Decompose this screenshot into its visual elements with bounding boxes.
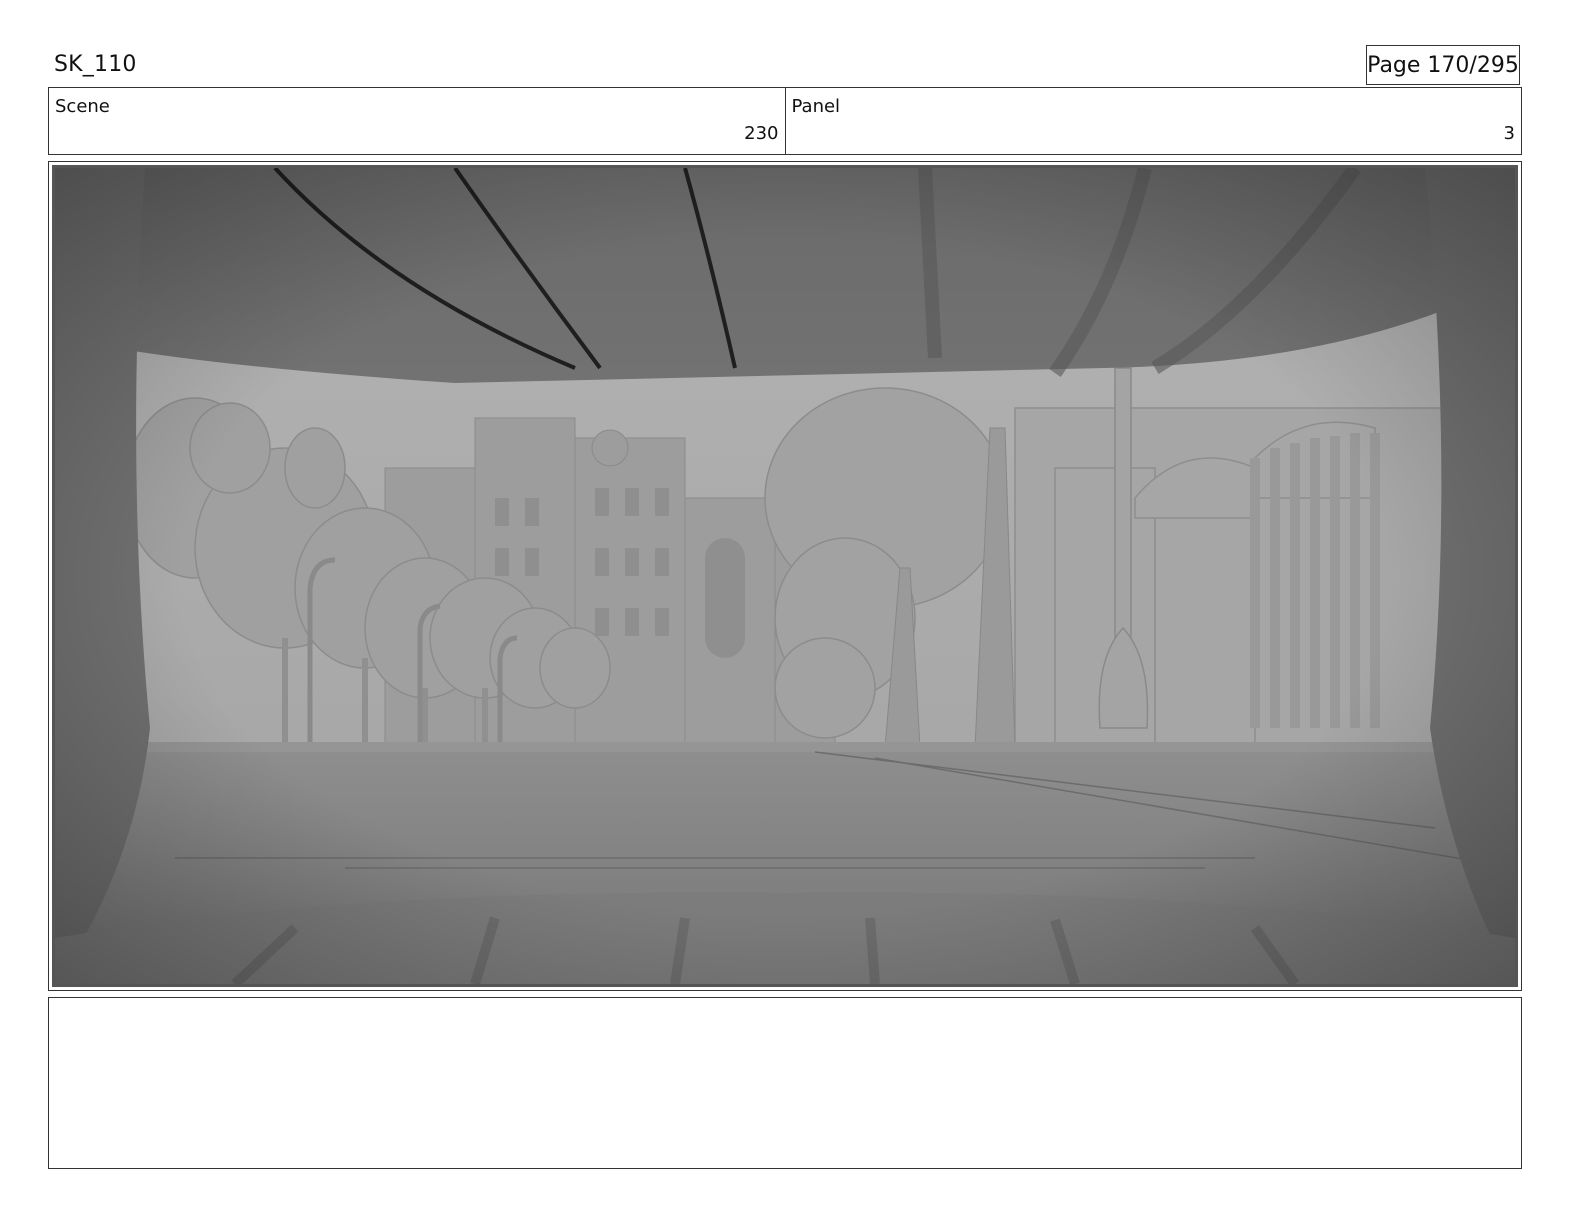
scene-panel-row: Scene 230 Panel 3 bbox=[48, 87, 1522, 155]
storyboard-frame bbox=[48, 161, 1522, 991]
panel-cell: Panel 3 bbox=[784, 88, 1522, 154]
panel-notes-box bbox=[48, 997, 1522, 1169]
scene-label: Scene bbox=[55, 96, 110, 117]
panel-label: Panel bbox=[791, 96, 841, 117]
document-id: SK_110 bbox=[54, 52, 137, 77]
panel-value: 3 bbox=[1503, 123, 1515, 144]
street-scene-illustration bbox=[55, 168, 1515, 984]
storyboard-image bbox=[52, 165, 1518, 987]
page-number: Page 170/295 bbox=[1366, 45, 1520, 85]
scene-cell: Scene 230 bbox=[49, 88, 785, 154]
scene-value: 230 bbox=[744, 123, 779, 144]
